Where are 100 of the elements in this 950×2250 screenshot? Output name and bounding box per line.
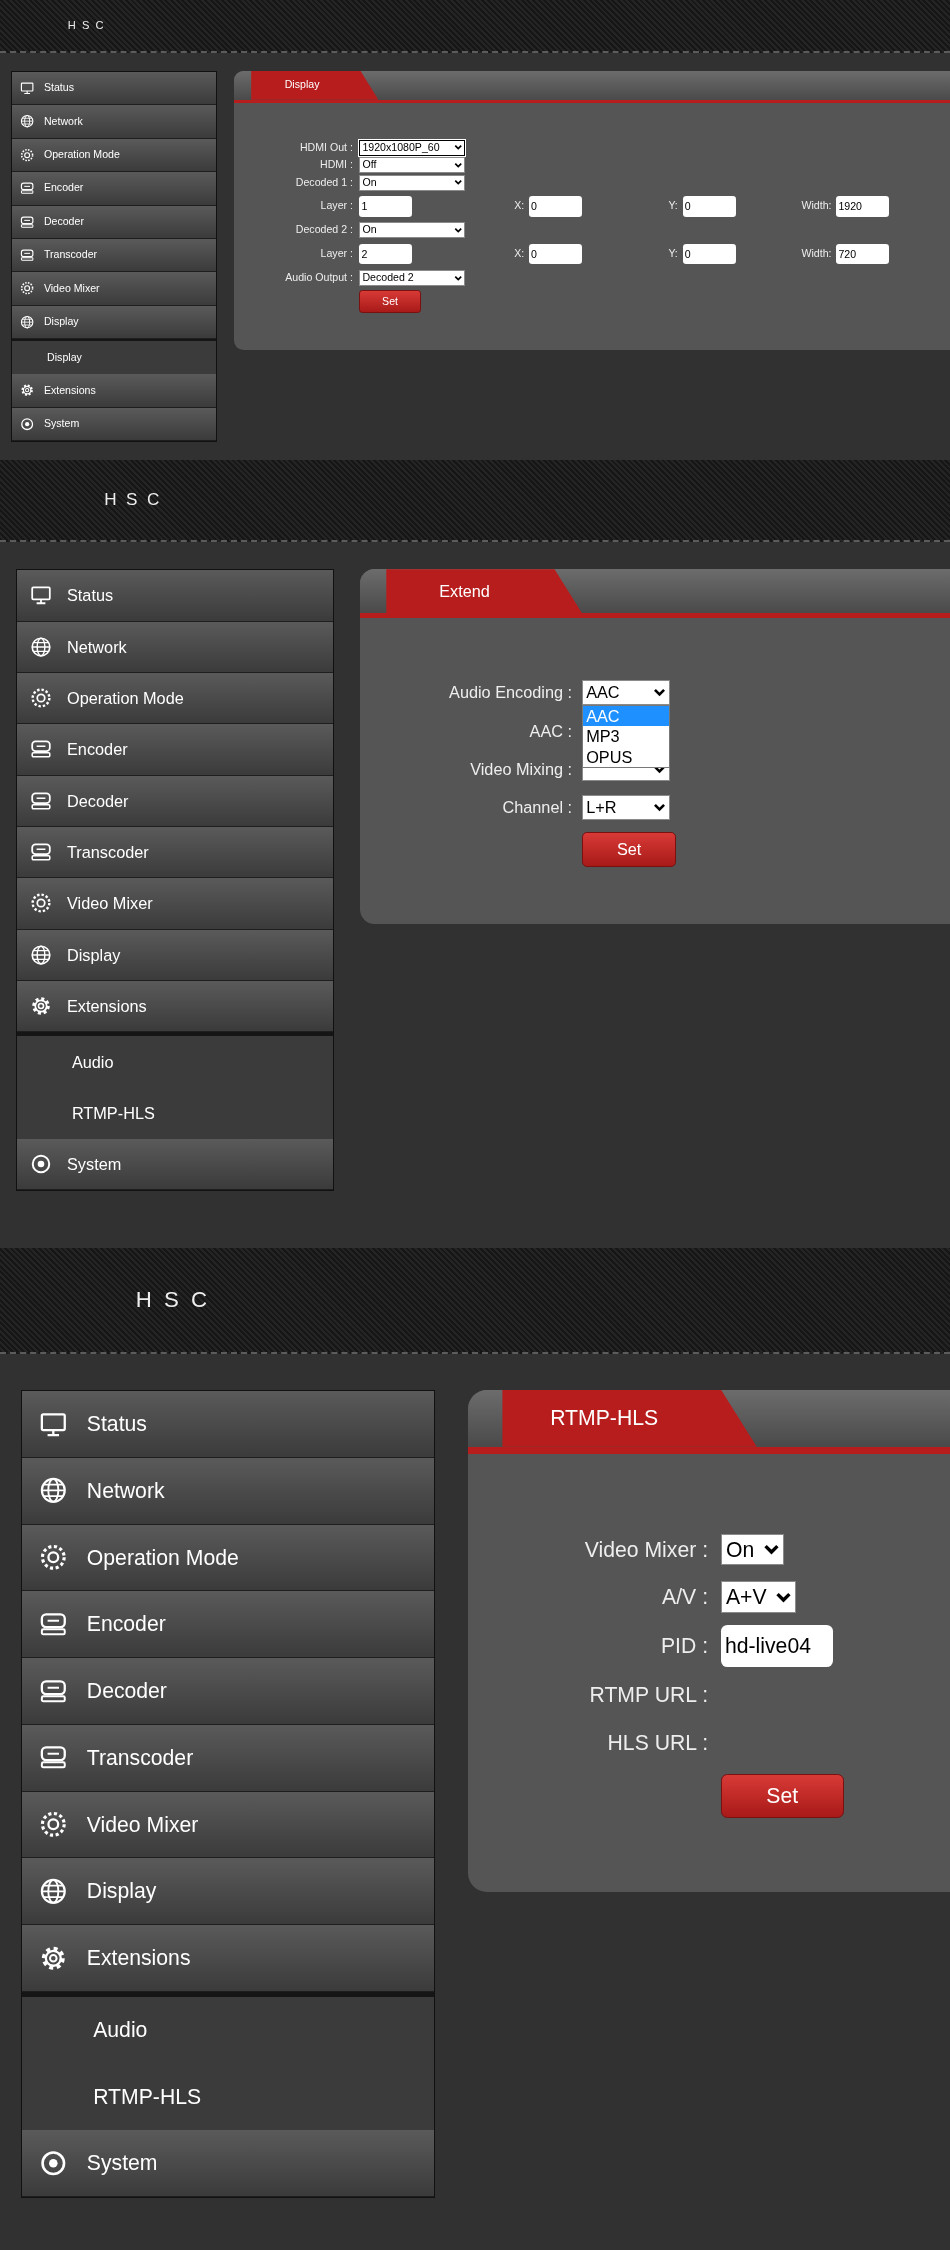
field-label: HDMI Out : bbox=[298, 139, 354, 155]
sidebar-label: System bbox=[67, 1153, 122, 1175]
sidebar-label: System bbox=[86, 2150, 158, 2177]
globe-icon bbox=[39, 1876, 68, 1906]
sidebar-label: Display bbox=[67, 944, 121, 966]
sidebar-item[interactable]: Operation Mode bbox=[22, 1524, 434, 1592]
sidebar-item[interactable]: Status bbox=[22, 1391, 434, 1458]
tab[interactable]: Extend bbox=[386, 569, 582, 614]
globe-icon bbox=[30, 635, 53, 658]
drive-icon bbox=[30, 789, 53, 812]
gear-icon bbox=[30, 995, 53, 1018]
field-label: HLS URL : bbox=[606, 1729, 710, 1756]
globe-icon bbox=[30, 943, 53, 966]
sidebar-item[interactable]: System bbox=[17, 1139, 334, 1191]
sidebar-item[interactable]: Display bbox=[17, 929, 334, 981]
dropdown[interactable]: Off bbox=[359, 157, 466, 173]
sidebar-label: Video Mixer bbox=[86, 1811, 199, 1838]
sidebar-item[interactable]: Decoder bbox=[17, 775, 334, 827]
sidebar-item[interactable]: Network bbox=[11, 105, 217, 139]
sidebar-item[interactable]: Operation Mode bbox=[11, 138, 217, 173]
sidebar-item[interactable]: Status bbox=[17, 570, 334, 622]
submenu-item[interactable]: RTMP-HLS bbox=[22, 2063, 434, 2131]
sidebar-item[interactable]: Encoder bbox=[17, 724, 334, 776]
input-field[interactable]: 2 bbox=[359, 243, 413, 265]
sidebar-item[interactable]: Video Mixer bbox=[17, 878, 334, 930]
input-field[interactable]: 0 bbox=[682, 196, 736, 217]
submenu-item[interactable]: Display bbox=[11, 341, 217, 375]
dropdown[interactable]: AAC bbox=[581, 680, 670, 705]
sidebar-label: Status bbox=[86, 1411, 147, 1437]
tab[interactable]: RTMP-HLS bbox=[502, 1390, 757, 1447]
sidebar-item[interactable]: Video Mixer bbox=[11, 272, 217, 306]
dropdown[interactable]: On bbox=[359, 174, 466, 191]
sidebar-item[interactable]: Transcoder bbox=[11, 238, 217, 273]
sidebar-item[interactable]: Extensions bbox=[17, 980, 334, 1033]
field-label: Audio Output : bbox=[284, 269, 354, 285]
sidebar-label: Operation Mode bbox=[43, 147, 120, 162]
sidebar-item[interactable]: Display bbox=[11, 305, 217, 339]
input-field[interactable]: 1920 bbox=[836, 196, 890, 217]
input-field[interactable]: 1 bbox=[359, 196, 413, 217]
sidebar-item[interactable]: System bbox=[11, 407, 217, 442]
field-label: Width: bbox=[801, 198, 832, 214]
input-field[interactable]: 0 bbox=[528, 243, 582, 265]
sun-icon bbox=[30, 687, 53, 710]
sidebar-label: Video Mixer bbox=[67, 893, 153, 915]
logo-text: HSC bbox=[67, 18, 110, 34]
field-label: Y: bbox=[668, 198, 678, 214]
dropdown-option[interactable]: MP3 bbox=[582, 726, 669, 747]
drive-icon bbox=[20, 214, 35, 229]
input-field[interactable]: 720 bbox=[836, 243, 890, 265]
sidebar-label: Transcoder bbox=[86, 1744, 194, 1771]
field-label: Audio Encoding : bbox=[448, 682, 574, 704]
field-label: Layer : bbox=[319, 246, 354, 262]
sidebar-item[interactable]: Decoder bbox=[11, 205, 217, 239]
sun-icon bbox=[39, 1810, 68, 1839]
sidebar-label: Status bbox=[67, 585, 114, 607]
dropdown[interactable]: 1920x1080P_60 bbox=[359, 139, 466, 156]
sidebar-item[interactable]: Encoder bbox=[11, 172, 217, 206]
sun-icon bbox=[30, 892, 53, 915]
sidebar-item[interactable]: Video Mixer bbox=[22, 1791, 434, 1859]
sidebar-item[interactable]: Transcoder bbox=[22, 1724, 434, 1792]
sidebar-label: Status bbox=[43, 80, 74, 96]
sidebar-item[interactable]: Extensions bbox=[11, 374, 217, 408]
sidebar-label: Encoder bbox=[67, 739, 128, 761]
submenu-item[interactable]: RTMP-HLS bbox=[17, 1087, 334, 1139]
sidebar-item[interactable]: Encoder bbox=[22, 1591, 434, 1659]
dropdown[interactable]: L+R bbox=[581, 795, 670, 820]
drive-icon bbox=[20, 181, 35, 196]
sidebar-item[interactable]: Extensions bbox=[22, 1925, 434, 1992]
dropdown[interactable]: A+V bbox=[720, 1581, 797, 1614]
sidebar-item[interactable]: Display bbox=[22, 1858, 434, 1926]
field-label: Y: bbox=[668, 246, 678, 262]
sun-icon bbox=[39, 1543, 68, 1572]
sidebar-item[interactable]: Network bbox=[17, 621, 334, 673]
dropdown-option[interactable]: OPUS bbox=[582, 746, 669, 767]
set-button[interactable]: Set bbox=[359, 290, 421, 313]
sidebar-item[interactable]: Status bbox=[11, 72, 217, 106]
input-field[interactable]: 0 bbox=[682, 243, 736, 265]
sidebar-label: Transcoder bbox=[43, 247, 98, 263]
sidebar-item[interactable]: Transcoder bbox=[17, 826, 334, 879]
dropdown[interactable]: On bbox=[720, 1533, 784, 1566]
globe-icon bbox=[20, 314, 35, 329]
sidebar-item[interactable]: Operation Mode bbox=[17, 672, 334, 725]
field-label: PID : bbox=[659, 1633, 710, 1660]
sidebar-item[interactable]: System bbox=[22, 2130, 434, 2198]
input-field[interactable]: 0 bbox=[528, 196, 582, 217]
tab[interactable]: Display bbox=[251, 71, 379, 100]
submenu-item[interactable]: Audio bbox=[22, 1996, 434, 2064]
sidebar-item[interactable]: Decoder bbox=[22, 1658, 434, 1725]
set-button[interactable]: Set bbox=[581, 832, 677, 867]
sidebar-item[interactable]: Network bbox=[22, 1457, 434, 1525]
field-label: Width: bbox=[801, 246, 832, 262]
input-field[interactable]: hd-live04 bbox=[720, 1625, 834, 1667]
submenu-item[interactable]: Audio bbox=[17, 1036, 334, 1088]
field-label: HDMI : bbox=[319, 157, 354, 173]
set-button[interactable]: Set bbox=[720, 1773, 844, 1819]
sidebar-label: Decoder bbox=[67, 790, 129, 812]
dropdown[interactable]: Decoded 2 bbox=[359, 269, 466, 286]
monitor-icon bbox=[30, 584, 53, 607]
dropdown[interactable]: On bbox=[359, 222, 466, 239]
globe-icon bbox=[39, 1476, 68, 1505]
